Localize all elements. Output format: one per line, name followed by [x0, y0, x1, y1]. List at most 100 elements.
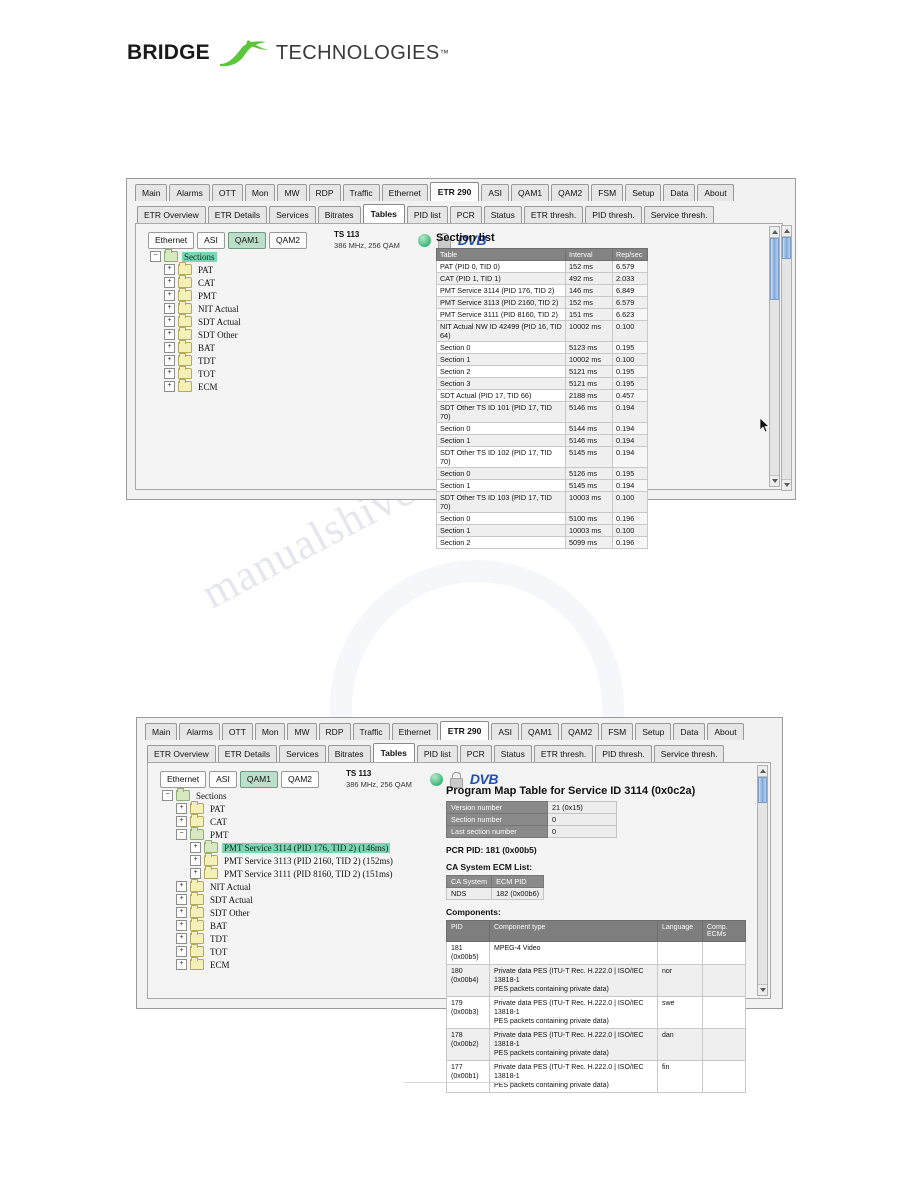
tab-qam2[interactable]: QAM2	[551, 184, 590, 201]
table-row[interactable]: SDT Other TS ID 103 (PID 17, TID 70) 1000…	[436, 491, 648, 513]
source2-button-ethernet[interactable]: Ethernet	[160, 770, 207, 788]
table-row[interactable]: PMT Service 3114 (PID 176, TID 2) 146 ms 6…	[436, 284, 648, 297]
expand-icon[interactable]: +	[176, 946, 187, 957]
tab2-about[interactable]: About	[707, 723, 744, 740]
inner-vertical-scrollbar-2[interactable]	[757, 765, 768, 996]
table-row[interactable]: Section 1 5146 ms 0.194	[436, 434, 648, 447]
tab2-traffic[interactable]: Traffic	[352, 723, 390, 740]
tree2-item-node[interactable]: + PMT Service 3113 (PID 2160, TID 2) (152…	[162, 853, 395, 867]
subtab2-etr-thresh[interactable]: ETR thresh.	[533, 745, 594, 762]
tree-item-node[interactable]: + PMT	[150, 288, 243, 302]
scroll-up-arrow-icon[interactable]	[770, 227, 779, 238]
subtab-tables[interactable]: Tables	[362, 204, 405, 223]
expand-icon[interactable]: +	[176, 816, 187, 827]
subtab2-service-thresh[interactable]: Service thresh.	[653, 745, 725, 762]
expand-icon[interactable]: +	[176, 907, 187, 918]
subtab-bitrates[interactable]: Bitrates	[317, 206, 361, 223]
collapse-icon[interactable]: −	[162, 790, 173, 801]
table-row[interactable]: 177 (0x00b1) Private data PES (ITU-T Rec. …	[446, 1060, 746, 1093]
tab2-fsm[interactable]: FSM	[601, 723, 634, 740]
sub-tab-bar-2[interactable]: ETR Overview ETR Details Services Bitrates T…	[147, 743, 726, 762]
expand-icon[interactable]: +	[176, 881, 187, 892]
expand-icon[interactable]: +	[164, 303, 175, 314]
section-tree-2[interactable]: − Sections + PAT + CAT − PMT + PMT Service 3114 (…	[162, 788, 395, 971]
tab2-ott[interactable]: OTT	[221, 723, 253, 740]
subtab2-etr-overview[interactable]: ETR Overview	[147, 745, 216, 762]
subtab-status[interactable]: Status	[483, 206, 522, 223]
scroll-down-arrow-icon-2[interactable]	[758, 984, 767, 995]
tab2-rdp[interactable]: RDP	[318, 723, 351, 740]
subtab-service-thresh[interactable]: Service thresh.	[643, 206, 715, 223]
table-row[interactable]: CAT (PID 1, TID 1) 492 ms 2.033	[436, 272, 648, 285]
expand-icon[interactable]: +	[164, 264, 175, 275]
tree2-item-node[interactable]: − PMT	[162, 827, 395, 841]
window-scroll-down-arrow-icon[interactable]	[782, 479, 791, 490]
scroll-up-arrow-icon-2[interactable]	[758, 766, 767, 777]
tab2-data[interactable]: Data	[673, 723, 706, 740]
sub-tab-bar[interactable]: ETR Overview ETR Details Services Bitrates T…	[137, 204, 716, 223]
tab-etr-290[interactable]: ETR 290	[429, 182, 480, 201]
expand-icon[interactable]: +	[176, 803, 187, 814]
tree-item-node[interactable]: + BAT	[150, 340, 243, 354]
table-row[interactable]: PMT Service 3111 (PID 8160, TID 2) 151 ms…	[436, 308, 648, 321]
table-row[interactable]: SDT Other TS ID 101 (PID 17, TID 70) 5146…	[436, 401, 648, 423]
window-vertical-scrollbar[interactable]	[781, 225, 792, 491]
table-row[interactable]: Section 2 5121 ms 0.195	[436, 365, 648, 378]
tab-ethernet[interactable]: Ethernet	[381, 184, 428, 201]
tab2-mw[interactable]: MW	[287, 723, 317, 740]
tab-about[interactable]: About	[697, 184, 734, 201]
expand-icon[interactable]: +	[176, 920, 187, 931]
collapse-icon[interactable]: −	[150, 251, 161, 262]
subtab2-services[interactable]: Services	[279, 745, 326, 762]
source-button-ethernet[interactable]: Ethernet	[148, 231, 195, 249]
tab2-main[interactable]: Main	[145, 723, 178, 740]
source2-button-qam1[interactable]: QAM1	[239, 770, 278, 788]
tree-item-node[interactable]: + CAT	[150, 275, 243, 289]
subtab-pid-list[interactable]: PID list	[406, 206, 448, 223]
table-row[interactable]: Section 0 5123 ms 0.195	[436, 341, 648, 354]
table-row[interactable]: 178 (0x00b2) Private data PES (ITU-T Rec. …	[446, 1028, 746, 1061]
tab2-asi[interactable]: ASI	[491, 723, 520, 740]
expand-icon[interactable]: +	[164, 329, 175, 340]
main-tab-bar[interactable]: Main Alarms OTT Mon MW RDP Traffic Ethernet ETR …	[135, 182, 736, 201]
expand-icon[interactable]: +	[176, 894, 187, 905]
tab2-etr-290[interactable]: ETR 290	[439, 721, 490, 740]
table-row[interactable]: Section 1 5145 ms 0.194	[436, 479, 648, 492]
subtab2-etr-details[interactable]: ETR Details	[217, 745, 278, 762]
tab-mw[interactable]: MW	[277, 184, 307, 201]
subtab2-tables[interactable]: Tables	[372, 743, 415, 762]
tree2-item-node[interactable]: + ECM	[162, 957, 395, 971]
expand-icon[interactable]: +	[164, 290, 175, 301]
tab-fsm[interactable]: FSM	[591, 184, 624, 201]
window-scroll-up-arrow-icon[interactable]	[782, 226, 791, 237]
expand-icon[interactable]: +	[164, 368, 175, 379]
subtab-etr-details[interactable]: ETR Details	[207, 206, 268, 223]
tab-rdp[interactable]: RDP	[308, 184, 341, 201]
table-row[interactable]: 181 (0x00b5) MPEG-4 Video	[446, 941, 746, 965]
table-row[interactable]: 179 (0x00b3) Private data PES (ITU-T Rec. …	[446, 996, 746, 1029]
table-row[interactable]: PMT Service 3113 (PID 2160, TID 2) 152 ms…	[436, 296, 648, 309]
scroll-down-arrow-icon[interactable]	[770, 475, 779, 486]
subtab-services[interactable]: Services	[269, 206, 316, 223]
scrollbar-thumb-2[interactable]	[758, 777, 767, 803]
tab2-setup[interactable]: Setup	[635, 723, 672, 740]
subtab2-pid-list[interactable]: PID list	[416, 745, 458, 762]
tab-main[interactable]: Main	[135, 184, 168, 201]
tab-alarms[interactable]: Alarms	[169, 184, 210, 201]
table-row[interactable]: Section 2 5099 ms 0.196	[436, 536, 648, 549]
scrollbar-thumb[interactable]	[770, 238, 779, 300]
window-scrollbar-thumb[interactable]	[782, 237, 791, 259]
expand-icon[interactable]: +	[164, 316, 175, 327]
tab-qam1[interactable]: QAM1	[511, 184, 550, 201]
tab2-qam1[interactable]: QAM1	[521, 723, 560, 740]
tree-item-node[interactable]: − Sections	[150, 249, 243, 263]
tab-traffic[interactable]: Traffic	[342, 184, 380, 201]
tab-data[interactable]: Data	[663, 184, 696, 201]
table-row[interactable]: Section 0 5126 ms 0.195	[436, 467, 648, 480]
table-row[interactable]: SDT Other TS ID 102 (PID 17, TID 70) 5145…	[436, 446, 648, 468]
expand-icon[interactable]: +	[164, 355, 175, 366]
expand-icon[interactable]: +	[190, 855, 201, 866]
tab2-alarms[interactable]: Alarms	[179, 723, 220, 740]
tree-item-node[interactable]: + TOT	[150, 366, 243, 380]
source-button-asi[interactable]: ASI	[197, 231, 225, 249]
